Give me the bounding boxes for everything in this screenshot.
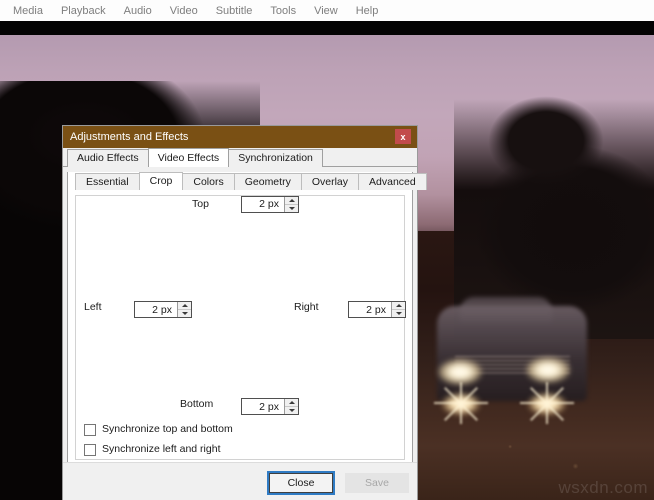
crop-right-label: Right — [294, 301, 319, 313]
primary-tab-bar: Audio Effects Video Effects Synchronizat… — [63, 148, 417, 167]
crop-settings-group: Top 2 px Left 2 px Right 2 px Bottom 2 p… — [75, 195, 406, 460]
crop-top-value[interactable]: 2 px — [242, 197, 284, 212]
chevron-up-icon[interactable] — [285, 196, 298, 205]
menu-bar: Media Playback Audio Video Subtitle Tool… — [0, 0, 654, 21]
chevron-up-icon[interactable] — [392, 302, 405, 310]
menu-item-audio[interactable]: Audio — [115, 2, 161, 20]
close-icon[interactable]: x — [395, 129, 411, 144]
subtab-colors[interactable]: Colors — [182, 173, 235, 190]
subtab-advanced[interactable]: Advanced — [358, 173, 427, 190]
crop-bottom-arrows — [284, 399, 298, 414]
chevron-up-icon[interactable] — [178, 302, 191, 310]
sync-left-right-row[interactable]: Synchronize left and right — [84, 443, 220, 456]
chevron-down-icon[interactable] — [178, 310, 191, 317]
menu-item-view[interactable]: View — [305, 2, 347, 20]
subtab-geometry[interactable]: Geometry — [233, 173, 302, 190]
save-button[interactable]: Save — [345, 473, 409, 493]
tab-audio-effects[interactable]: Audio Effects — [67, 149, 149, 167]
secondary-tab-bar: Essential Crop Colors Geometry Overlay A… — [68, 172, 427, 190]
right-tree-canopy — [474, 81, 624, 201]
crop-top-label: Top — [192, 197, 209, 210]
chevron-up-icon[interactable] — [285, 399, 298, 407]
adjustments-and-effects-dialog: Adjustments and Effects x Audio Effects … — [63, 126, 427, 500]
menu-item-help[interactable]: Help — [347, 2, 388, 20]
menu-item-media[interactable]: Media — [4, 2, 52, 20]
chevron-down-icon[interactable] — [285, 204, 298, 212]
sync-top-bottom-checkbox[interactable] — [84, 423, 96, 436]
headlight-right-upper — [526, 357, 570, 383]
dialog-footer: Close Save — [63, 462, 417, 500]
watermark: wsxdn.com — [558, 478, 648, 497]
sync-top-bottom-row[interactable]: Synchronize top and bottom — [84, 423, 233, 436]
sync-left-right-label: Synchronize left and right — [102, 443, 221, 455]
chevron-down-icon[interactable] — [392, 310, 405, 317]
crop-left-label: Left — [84, 301, 102, 313]
menu-item-playback[interactable]: Playback — [52, 2, 115, 20]
menu-item-subtitle[interactable]: Subtitle — [207, 2, 262, 20]
dialog-title-bar[interactable]: Adjustments and Effects x — [63, 126, 417, 148]
crop-bottom-label: Bottom — [180, 398, 214, 410]
crop-right-value[interactable]: 2 px — [349, 302, 391, 317]
sync-left-right-checkbox[interactable] — [84, 443, 96, 456]
crop-top-stepper[interactable]: 2 px — [241, 195, 299, 213]
sync-top-bottom-label: Synchronize top and bottom — [102, 423, 233, 435]
video-effects-panel: Essential Crop Colors Geometry Overlay A… — [67, 172, 427, 468]
menu-item-video[interactable]: Video — [161, 2, 207, 20]
crop-left-stepper[interactable]: 2 px — [134, 301, 192, 318]
tab-synchronization[interactable]: Synchronization — [228, 149, 323, 167]
crop-bottom-value[interactable]: 2 px — [242, 399, 284, 414]
subtab-essential[interactable]: Essential — [75, 173, 140, 190]
crop-right-stepper[interactable]: 2 px — [348, 301, 406, 318]
chevron-down-icon[interactable] — [285, 407, 298, 414]
screen: Media Playback Audio Video Subtitle Tool… — [0, 0, 654, 500]
crop-bottom-stepper[interactable]: 2 px — [241, 398, 299, 415]
dialog-title: Adjustments and Effects — [70, 130, 189, 143]
letterbox-bar — [0, 21, 654, 35]
close-button[interactable]: Close — [267, 471, 335, 495]
subtab-overlay[interactable]: Overlay — [300, 173, 360, 190]
crop-left-arrows — [177, 302, 191, 317]
crop-left-value[interactable]: 2 px — [135, 302, 177, 317]
subtab-crop[interactable]: Crop — [138, 172, 184, 190]
crop-right-arrows — [391, 302, 405, 317]
crop-top-arrows — [284, 196, 298, 212]
tab-video-effects[interactable]: Video Effects — [147, 148, 230, 167]
menu-item-tools[interactable]: Tools — [261, 2, 305, 20]
